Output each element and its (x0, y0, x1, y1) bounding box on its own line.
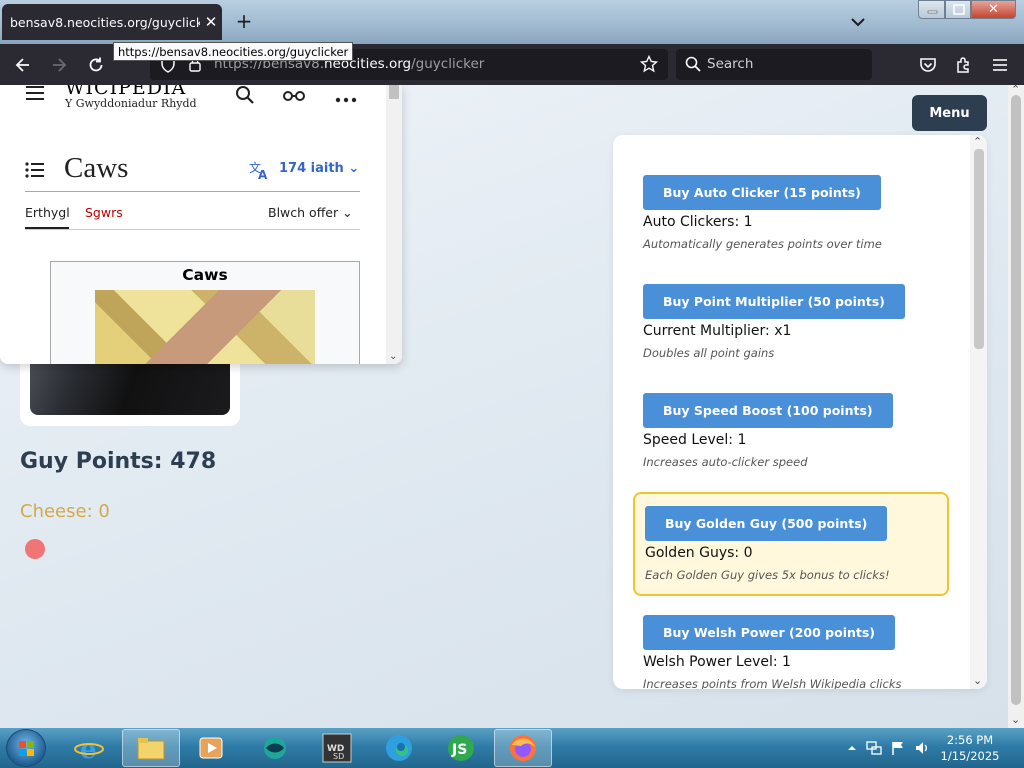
menu-button[interactable]: Menu (912, 95, 987, 131)
scroll-down-arrow-icon[interactable]: ⌄ (389, 351, 397, 362)
action-center-flag-icon[interactable] (890, 740, 906, 756)
list-tabs-icon[interactable] (846, 10, 870, 34)
search-icon (685, 56, 701, 76)
item-stat: Welsh Power Level: 1 (643, 654, 791, 670)
item-stat: Auto Clickers: 1 (643, 214, 753, 230)
extensions-icon[interactable] (951, 52, 977, 78)
item-stat: Speed Level: 1 (643, 432, 747, 448)
shop-panel: Buy Auto Clicker (15 points) Auto Clicke… (613, 135, 987, 689)
browser-title-bar: bensav8.neocities.org/guyclicker ✕ + ✕ (0, 0, 1024, 44)
language-count: 174 iaith (279, 161, 344, 176)
buy-welsh-power-button[interactable]: Buy Welsh Power (200 points) (643, 615, 896, 650)
item-stat: Current Multiplier: x1 (643, 323, 792, 339)
edge-icon[interactable] (370, 729, 428, 767)
shop-item-golden-guy: Buy Golden Guy (500 points) Golden Guys:… (633, 492, 949, 596)
shop-item-welsh-power: Buy Welsh Power (200 points) Welsh Power… (633, 603, 949, 689)
start-button[interactable] (6, 729, 46, 767)
scroll-down-arrow-icon[interactable]: ⌄ (973, 674, 982, 687)
search-bar[interactable]: Search (676, 49, 872, 80)
svg-text:e: e (80, 735, 97, 763)
wiki-scrollbar[interactable]: ⌄ (386, 85, 402, 364)
search-placeholder: Search (707, 56, 754, 72)
firefox-icon[interactable] (494, 729, 552, 767)
back-icon[interactable] (10, 52, 36, 78)
svg-text:JS: JS (451, 742, 467, 758)
volume-icon[interactable] (914, 740, 930, 756)
scroll-up-arrow-icon[interactable]: ⌃ (973, 135, 982, 148)
window-minimize-button[interactable] (918, 0, 945, 19)
media-player-icon[interactable] (182, 729, 240, 767)
infobox-title: Caws (182, 266, 228, 284)
item-stat: Golden Guys: 0 (645, 545, 753, 561)
more-options-icon[interactable] (335, 88, 357, 107)
app-menu-icon[interactable] (987, 52, 1013, 78)
buy-golden-guy-button[interactable]: Buy Golden Guy (500 points) (645, 506, 888, 541)
reading-glasses-icon[interactable] (283, 87, 305, 106)
network-icon[interactable] (866, 740, 882, 756)
item-description: Each Golden Guy gives 5x bonus to clicks… (645, 568, 890, 582)
tools-dropdown[interactable]: Blwch offer ⌄ (268, 205, 353, 220)
new-tab-icon[interactable]: + (232, 10, 256, 34)
chevron-down-icon: ⌄ (342, 205, 353, 220)
tab-article[interactable]: Erthygl (25, 205, 70, 220)
buy-auto-clicker-button[interactable]: Buy Auto Clicker (15 points) (643, 175, 881, 210)
bookmark-star-icon[interactable] (639, 54, 659, 77)
file-explorer-icon[interactable] (122, 729, 180, 767)
system-clock[interactable]: 2:56 PM 1/15/2025 (938, 732, 1002, 764)
page-viewport: Guy Points: 478 Cheese: 0 WICIPEDIA Y Gw… (0, 85, 1024, 728)
red-dot[interactable] (25, 539, 45, 559)
scrollbar-thumb[interactable] (389, 85, 399, 99)
internet-explorer-icon[interactable]: e (60, 729, 118, 767)
url-tooltip: https://bensav8.neocities.org/guyclicker (113, 42, 354, 61)
wikipedia-popup: WICIPEDIA Y Gwyddoniadur Rhydd Caws 文A 1… (0, 85, 402, 364)
buy-point-multiplier-button[interactable]: Buy Point Multiplier (50 points) (643, 284, 905, 319)
wd-sd-icon[interactable]: WD SD (308, 729, 366, 767)
scrollbar-thumb[interactable] (974, 149, 984, 349)
buy-speed-boost-button[interactable]: Buy Speed Boost (100 points) (643, 393, 893, 428)
divider (25, 229, 360, 230)
shop-item-auto-clicker: Buy Auto Clicker (15 points) Auto Clicke… (633, 163, 949, 263)
js-app-icon[interactable]: JS (432, 729, 490, 767)
page-scrollbar[interactable]: ⌃ ⌄ (1008, 85, 1024, 728)
shop-item-point-multiplier: Buy Point Multiplier (50 points) Current… (633, 272, 949, 372)
taskbar: e WD SD JS 2:56 PM 1/15/2025 (0, 728, 1024, 768)
shop-item-speed-boost: Buy Speed Boost (100 points) Speed Level… (633, 381, 949, 481)
scroll-down-arrow-icon[interactable]: ⌄ (1011, 713, 1020, 726)
chevron-down-icon: ⌄ (348, 161, 360, 176)
cheese-image[interactable] (95, 290, 315, 364)
app-icon[interactable] (246, 729, 304, 767)
browser-tab[interactable]: bensav8.neocities.org/guyclicker ✕ (2, 4, 222, 40)
wikipedia-tagline: Y Gwyddoniadur Rhydd (65, 97, 197, 110)
wiki-search-icon[interactable] (235, 85, 255, 109)
forward-icon[interactable] (46, 52, 72, 78)
item-description: Increases auto-clicker speed (643, 455, 808, 469)
item-description: Doubles all point gains (643, 346, 775, 360)
tools-label: Blwch offer (268, 205, 339, 220)
article-title: Caws (64, 152, 129, 184)
clock-date: 1/15/2025 (940, 749, 1000, 763)
scrollbar-thumb[interactable] (1011, 95, 1021, 705)
tab-talk[interactable]: Sgwrs (85, 205, 123, 220)
clock-time: 2:56 PM (946, 733, 994, 747)
guy-points-counter: Guy Points: 478 (20, 449, 217, 474)
language-selector[interactable]: 174 iaith ⌄ (279, 161, 359, 176)
pocket-icon[interactable] (915, 52, 941, 78)
shop-scrollbar[interactable]: ⌃ ⌄ (970, 135, 987, 689)
window-close-button[interactable]: ✕ (971, 0, 1016, 19)
cheese-counter: Cheese: 0 (20, 501, 110, 522)
infobox: Caws (50, 261, 360, 364)
show-hidden-icons-icon[interactable] (844, 740, 860, 756)
reload-icon[interactable] (83, 52, 109, 78)
divider (25, 191, 360, 192)
close-tab-icon[interactable]: ✕ (200, 13, 222, 31)
translate-icon[interactable]: 文A (249, 160, 271, 184)
item-description: Automatically generates points over time (643, 237, 882, 251)
svg-text:SD: SD (333, 752, 344, 761)
window-restore-button[interactable] (945, 0, 971, 19)
svg-text:A: A (258, 168, 268, 180)
table-of-contents-icon[interactable] (25, 162, 45, 182)
tab-title: bensav8.neocities.org/guyclicker (10, 14, 200, 30)
item-description: Increases points from Welsh Wikipedia cl… (643, 677, 902, 689)
hamburger-menu-icon[interactable] (25, 85, 45, 107)
